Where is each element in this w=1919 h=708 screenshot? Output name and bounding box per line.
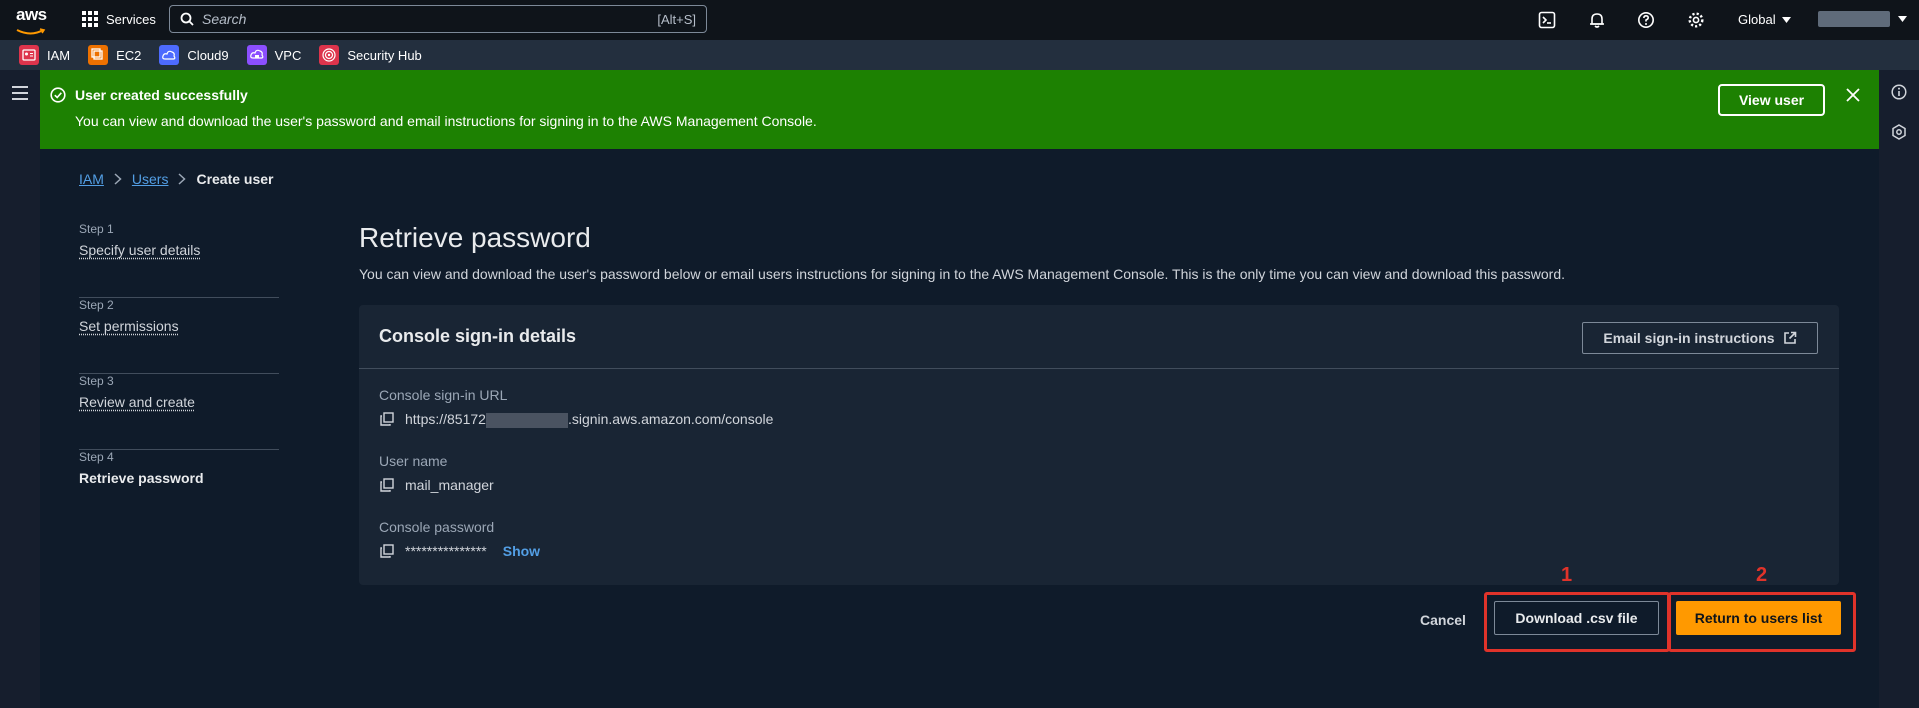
account-menu[interactable] [1818,11,1907,27]
top-navigation: aws Services [Alt+S] [0,0,1919,40]
copy-icon[interactable] [379,477,395,493]
favorite-vpc[interactable]: VPC [246,45,302,65]
right-rail [1879,70,1919,708]
step-number: Step 1 [79,222,114,236]
caret-down-icon [1898,16,1907,22]
sign-in-url-value: https://85172 .signin.aws.amazon.com/cons… [405,411,773,428]
favorites-bar: IAM EC2 Cloud9 VPC Security Hub [0,40,1919,70]
annotation-box-2 [1668,592,1856,652]
cloud9-service-icon [159,45,180,65]
copy-icon[interactable] [379,411,395,427]
step-link-review-and-create[interactable]: Review and create [79,394,195,410]
menu-icon[interactable] [12,86,28,100]
main-content: User created successfully You can view a… [40,70,1879,708]
aws-smile-icon [16,28,46,35]
notifications-bell-icon[interactable] [1588,11,1606,29]
close-icon[interactable] [1846,88,1860,102]
wizard-step: Step 4 Retrieve password [79,450,279,525]
vpc-service-icon [246,45,267,65]
security-hub-service-icon [319,45,340,65]
success-check-icon [50,87,66,103]
step-current-retrieve-password: Retrieve password [79,470,204,486]
favorite-iam[interactable]: IAM [19,45,70,65]
flash-title: User created successfully [75,87,248,103]
chevron-right-icon [178,173,187,185]
breadcrumb: IAM Users Create user [79,171,274,187]
external-link-icon [1783,331,1796,344]
search-input[interactable] [194,10,658,28]
user-name-field: User name mail_manager [379,453,494,493]
chevron-right-icon [114,173,122,185]
breadcrumb-iam[interactable]: IAM [79,171,104,187]
show-password-link[interactable]: Show [503,543,540,559]
step-link-specify-user-details[interactable]: Specify user details [79,242,200,258]
field-label: Console sign-in URL [379,387,508,403]
favorite-cloud9[interactable]: Cloud9 [159,45,229,65]
iam-service-icon [19,45,39,65]
copy-icon[interactable] [379,543,395,559]
step-number: Step 2 [79,298,114,312]
flash-message: You can view and download the user's pas… [75,113,817,129]
favorite-label: Cloud9 [187,47,229,63]
email-button-label: Email sign-in instructions [1603,330,1775,346]
password-masked-value: *************** [405,543,487,559]
services-menu-button[interactable]: Services [82,11,156,27]
url-suffix: .signin.aws.amazon.com/console [567,411,774,427]
panel-header: Console sign-in details Email sign-in in… [359,305,1839,369]
search-box[interactable]: [Alt+S] [169,5,707,33]
wizard-steps: Step 1 Specify user details Step 2 Set p… [79,222,279,525]
favorite-security-hub[interactable]: Security Hub [319,45,422,65]
page-title: Retrieve password [359,222,591,253]
annotation-number-1: 1 [1561,564,1573,586]
console-sign-in-panel: Console sign-in details Email sign-in in… [359,305,1839,585]
account-name-redacted [1818,11,1890,27]
wizard-step: Step 1 Specify user details [79,222,279,298]
cancel-button[interactable]: Cancel [1420,612,1466,628]
panel-title: Console sign-in details [379,326,577,346]
region-selector[interactable]: Global [1738,12,1791,27]
console-password-field: Console password *************** Show [379,519,540,559]
redacted-block [485,412,568,428]
info-icon[interactable] [1891,84,1907,100]
url-prefix: https://85172 [405,411,486,427]
search-icon [180,12,194,26]
sign-in-url-field: Console sign-in URL https://85172 .signin… [379,387,773,428]
annotation-box-1 [1484,592,1670,652]
breadcrumb-current: Create user [196,171,274,187]
step-link-set-permissions[interactable]: Set permissions [79,318,179,334]
favorite-label: VPC [274,47,302,63]
grid-icon [82,11,98,27]
success-flash-banner: User created successfully You can view a… [40,70,1879,149]
region-label: Global [1738,12,1776,27]
left-rail [0,70,40,708]
aws-logo-text: aws [16,5,47,24]
settings-gear-icon[interactable] [1687,11,1705,29]
services-label: Services [106,11,156,27]
caret-down-icon [1781,16,1791,23]
page-description: You can view and download the user's pas… [359,266,1566,282]
favorite-label: EC2 [116,47,142,63]
favorite-label: Security Hub [347,47,422,63]
breadcrumb-users[interactable]: Users [132,171,169,187]
view-user-button[interactable]: View user [1718,84,1825,116]
favorite-label: IAM [47,47,71,63]
help-icon[interactable] [1637,11,1655,29]
user-name-value: mail_manager [405,477,494,493]
search-shortcut: [Alt+S] [657,11,696,27]
email-sign-in-instructions-button[interactable]: Email sign-in instructions [1582,322,1818,354]
field-label: Console password [379,519,495,535]
wizard-step: Step 3 Review and create [79,374,279,450]
cloudshell-icon[interactable] [1538,11,1556,29]
annotation-number-2: 2 [1756,564,1768,586]
aws-logo[interactable]: aws [16,5,50,35]
step-number: Step 3 [79,374,114,388]
favorite-ec2[interactable]: EC2 [88,45,141,65]
settings-hexagon-icon[interactable] [1891,124,1907,140]
wizard-step: Step 2 Set permissions [79,298,279,374]
field-label: User name [379,453,448,469]
step-number: Step 4 [79,450,114,464]
ec2-service-icon [88,45,109,65]
